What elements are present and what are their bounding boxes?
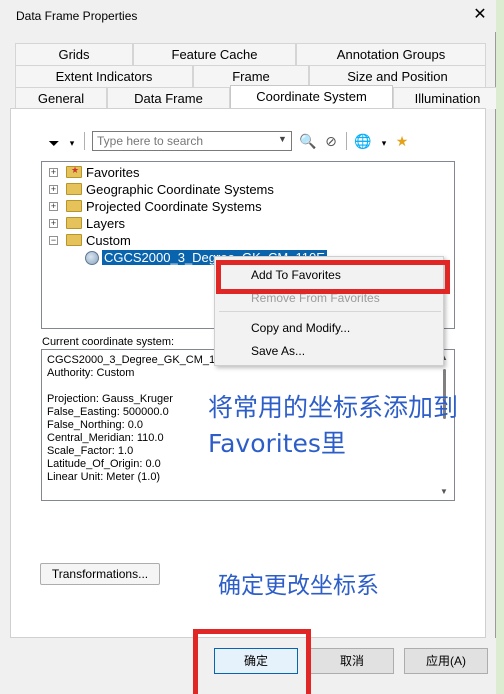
toolbar-separator (346, 132, 347, 150)
apply-button[interactable]: 应用(A) (404, 648, 488, 674)
toolbar-separator (84, 132, 85, 150)
tab-coordinate-system[interactable]: Coordinate System (230, 85, 393, 109)
folder-icon (66, 217, 82, 229)
open-folder-icon (66, 234, 82, 246)
detail-line: Authority: Custom (47, 367, 135, 379)
tab-annotation-groups[interactable]: Annotation Groups (296, 43, 486, 65)
search-dropdown-icon[interactable]: ▼ (278, 134, 290, 148)
tab-general[interactable]: General (15, 87, 107, 109)
tab-row-2: Extent Indicators Frame Size and Positio… (15, 65, 486, 87)
globe-icon (85, 251, 99, 265)
tab-row-3: General Data Frame Coordinate System Ill… (15, 85, 502, 109)
menu-item-copy-and-modify[interactable]: Copy and Modify... (251, 321, 350, 335)
globe-icon[interactable]: 🌐 (353, 131, 373, 151)
tree-item-label: Geographic Coordinate Systems (86, 182, 274, 197)
tree-item-layers[interactable]: + Layers (49, 216, 309, 233)
tree-item-geographic[interactable]: + Geographic Coordinate Systems (49, 182, 309, 199)
collapse-icon[interactable]: − (49, 236, 58, 245)
tree-item-label: Projected Coordinate Systems (86, 199, 262, 214)
current-crs-label: Current coordinate system: (42, 336, 175, 348)
detail-line: Linear Unit: Meter (1.0) (47, 471, 161, 483)
search-icon[interactable]: 🔍 (298, 131, 318, 151)
search-input[interactable]: Type here to search (92, 131, 292, 151)
details-scrollbar[interactable]: ▲ ▼ (437, 351, 453, 499)
globe-dropdown-icon[interactable]: ▾ (374, 133, 394, 153)
tab-extent-indicators[interactable]: Extent Indicators (15, 65, 193, 87)
tree-item-label: Favorites (86, 165, 140, 180)
tab-size-and-position[interactable]: Size and Position (309, 65, 486, 87)
tree-item-favorites[interactable]: + ★ Favorites (49, 165, 309, 182)
window-title: Data Frame Properties (16, 9, 138, 23)
annotation-confirm: 确定更改坐标系 (218, 573, 379, 599)
folder-icon (66, 183, 82, 195)
highlight-add-to-favorites (216, 260, 450, 294)
tab-data-frame[interactable]: Data Frame (107, 87, 230, 109)
tab-feature-cache[interactable]: Feature Cache (133, 43, 296, 65)
close-icon[interactable]: ✕ (470, 5, 490, 25)
tab-grids[interactable]: Grids (15, 43, 133, 65)
add-favorite-icon[interactable]: ★ (392, 131, 412, 151)
folder-icon (66, 200, 82, 212)
tree-item-custom[interactable]: − Custom (49, 233, 309, 250)
highlight-ok-button (193, 629, 311, 694)
annotation-favorites-line1: 将常用的坐标系添加到 (208, 393, 459, 422)
menu-separator (219, 311, 441, 312)
tab-illumination[interactable]: Illumination (393, 87, 502, 109)
tab-row-1: Grids Feature Cache Annotation Groups (15, 43, 486, 65)
tab-frame[interactable]: Frame (193, 65, 309, 87)
scroll-down-icon[interactable]: ▼ (440, 487, 448, 496)
dialog-window: Data Frame Properties ✕ Grids Feature Ca… (0, 0, 502, 694)
transformations-button[interactable]: Transformations... (40, 563, 160, 585)
expand-icon[interactable]: + (49, 202, 58, 211)
expand-icon[interactable]: + (49, 168, 58, 177)
menu-item-save-as[interactable]: Save As... (251, 344, 305, 358)
expand-icon[interactable]: + (49, 219, 58, 228)
tree-item-label: Custom (86, 233, 131, 248)
background-map-strip (496, 0, 504, 694)
tree-item-projected[interactable]: + Projected Coordinate Systems (49, 199, 309, 216)
annotation-favorites-line2: Favorites里 (208, 429, 346, 458)
filter-icon[interactable]: ⏷ (44, 133, 64, 153)
expand-icon[interactable]: + (49, 185, 58, 194)
title-bar: Data Frame Properties ✕ (0, 0, 496, 32)
favorites-folder-icon: ★ (66, 165, 82, 178)
filter-dropdown-icon[interactable]: ▾ (62, 133, 82, 153)
clear-search-icon[interactable]: ⊘ (321, 131, 341, 151)
tree-item-label: Layers (86, 216, 126, 231)
cancel-button[interactable]: 取消 (310, 648, 394, 674)
